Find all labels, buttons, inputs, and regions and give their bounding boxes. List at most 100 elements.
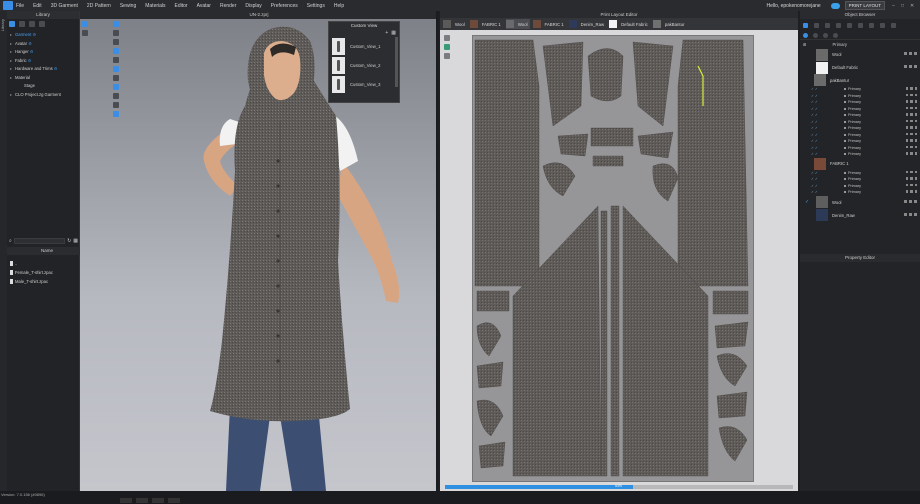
trim-filter-icon[interactable] <box>813 32 818 38</box>
action-icon[interactable] <box>905 106 908 109</box>
visibility-icon[interactable]: ✓ ✓ <box>811 87 818 91</box>
pen-icon[interactable] <box>880 22 885 28</box>
fabric-tab[interactable]: FABRIC 1 <box>532 19 566 29</box>
action-icon[interactable] <box>910 132 913 135</box>
fabric-tab[interactable]: Wool <box>443 19 467 29</box>
taskbar-app-icon[interactable] <box>152 498 164 503</box>
action-icon[interactable] <box>914 52 917 55</box>
fabric-group[interactable]: FABRIC 1 <box>800 157 920 170</box>
pattern-piece[interactable] <box>600 210 608 477</box>
pattern-piece[interactable] <box>476 361 504 389</box>
action-icon[interactable] <box>910 177 913 180</box>
visibility-icon[interactable]: ✓ ✓ <box>811 146 818 150</box>
taskbar-app-icon[interactable] <box>136 498 148 503</box>
pattern-piece[interactable] <box>476 399 504 437</box>
fabric-tab[interactable]: Default Fabric <box>609 19 650 29</box>
action-icon[interactable] <box>905 100 908 103</box>
menu-item-help[interactable]: Help <box>334 3 344 9</box>
action-icon[interactable] <box>905 190 908 193</box>
menu-item-materials[interactable]: Materials <box>145 3 165 9</box>
pattern-piece[interactable] <box>716 353 748 387</box>
action-icon[interactable] <box>905 183 908 186</box>
pattern-piece[interactable] <box>716 391 748 419</box>
pattern-piece[interactable] <box>718 426 748 462</box>
grid-view-icon[interactable]: ▦ <box>73 238 78 244</box>
pattern-piece[interactable] <box>478 441 506 469</box>
layout-canvas[interactable] <box>472 35 754 482</box>
fabric-list-item[interactable]: Denim_Raw <box>800 209 920 222</box>
action-icon[interactable] <box>910 139 913 142</box>
gear-icon[interactable]: ⚙ <box>53 66 58 71</box>
action-icon[interactable] <box>910 183 913 186</box>
action-icon[interactable] <box>905 119 908 122</box>
fabric-list-item[interactable]: Wool <box>800 48 920 61</box>
fabric-tab[interactable]: FABRIC 1 <box>469 19 503 29</box>
action-icon[interactable] <box>914 145 917 148</box>
action-icon[interactable] <box>904 212 907 216</box>
fabric-list-item[interactable]: Default Fabric <box>800 61 920 74</box>
fabric-tab[interactable]: pakBantur <box>652 19 687 29</box>
buttonhole-filter-icon[interactable] <box>833 32 838 38</box>
action-icon[interactable] <box>910 113 913 116</box>
tree-item[interactable]: ▸ Garment ⚙ <box>10 31 76 40</box>
action-icon[interactable] <box>905 152 908 155</box>
action-icon[interactable] <box>914 87 917 90</box>
action-icon[interactable] <box>914 132 917 135</box>
action-icon[interactable] <box>910 106 913 109</box>
action-icon[interactable] <box>910 93 913 96</box>
visibility-icon[interactable]: ✓ ✓ <box>811 171 818 175</box>
action-icon[interactable] <box>910 100 913 103</box>
action-icon[interactable] <box>914 177 917 180</box>
action-icon[interactable] <box>910 119 913 122</box>
gear-icon[interactable]: ⚙ <box>29 49 34 54</box>
tree-item[interactable]: ▸ Hanger ⚙ <box>10 48 76 57</box>
action-icon[interactable] <box>909 65 912 68</box>
pattern-piece[interactable] <box>637 131 674 159</box>
action-icon[interactable] <box>910 152 913 155</box>
action-icon[interactable] <box>905 145 908 148</box>
gear-icon[interactable]: ⚙ <box>27 58 32 63</box>
expand-icon[interactable]: ⊞ <box>803 42 807 47</box>
fabric-tab[interactable]: Denim_Raw <box>568 19 606 29</box>
maximize-icon[interactable]: □ <box>901 3 907 9</box>
action-icon[interactable] <box>905 87 908 90</box>
minimize-icon[interactable]: – <box>892 3 898 9</box>
wrench-icon[interactable] <box>891 22 896 28</box>
pattern-piece[interactable] <box>652 163 679 202</box>
action-icon[interactable] <box>914 113 917 116</box>
refresh-icon[interactable] <box>39 21 45 27</box>
menu-item-3d-garment[interactable]: 3D Garment <box>51 3 78 9</box>
gear-icon[interactable]: ⚙ <box>31 32 36 37</box>
custom-view-scrollbar[interactable] <box>395 37 398 87</box>
fabric-tab[interactable]: Wool <box>505 19 530 29</box>
pattern-piece[interactable] <box>476 322 502 357</box>
visibility-icon[interactable]: ✓ ✓ <box>811 139 818 143</box>
file-item[interactable]: Male_T-shirt.zpac <box>10 277 80 286</box>
file-item[interactable]: Female_T-shirt.zpac <box>10 268 80 277</box>
tree-item[interactable]: ▸ Avatar ⚙ <box>10 40 76 49</box>
pattern-piece[interactable] <box>714 321 749 349</box>
action-icon[interactable] <box>910 126 913 129</box>
3d-garment-window[interactable]: UN-2.zprj Custom View + ▦ Custom_View_1 … <box>80 11 438 491</box>
pattern-piece[interactable] <box>610 205 620 477</box>
action-icon[interactable] <box>905 113 908 116</box>
pattern-piece[interactable] <box>592 155 624 167</box>
action-icon[interactable] <box>914 152 917 155</box>
add-folder-icon[interactable] <box>29 21 35 27</box>
arrow-icon[interactable] <box>869 22 874 28</box>
pattern-piece[interactable] <box>632 41 674 127</box>
menu-item-avatar[interactable]: Avatar <box>197 3 211 9</box>
file-item[interactable]: .. <box>10 259 80 268</box>
pattern-piece[interactable] <box>542 162 576 197</box>
grid-icon[interactable] <box>814 22 819 28</box>
action-icon[interactable] <box>914 139 917 142</box>
action-icon[interactable] <box>910 170 913 173</box>
pattern-piece[interactable] <box>542 41 584 127</box>
visibility-icon[interactable]: ✓ ✓ <box>811 133 818 137</box>
cloud-icon[interactable] <box>830 2 840 9</box>
action-icon[interactable] <box>914 199 917 203</box>
visibility-icon[interactable]: ✓ ✓ <box>811 107 818 111</box>
action-icon[interactable] <box>904 65 907 68</box>
fabric-tab-icon[interactable] <box>803 22 808 28</box>
action-icon[interactable] <box>905 93 908 96</box>
